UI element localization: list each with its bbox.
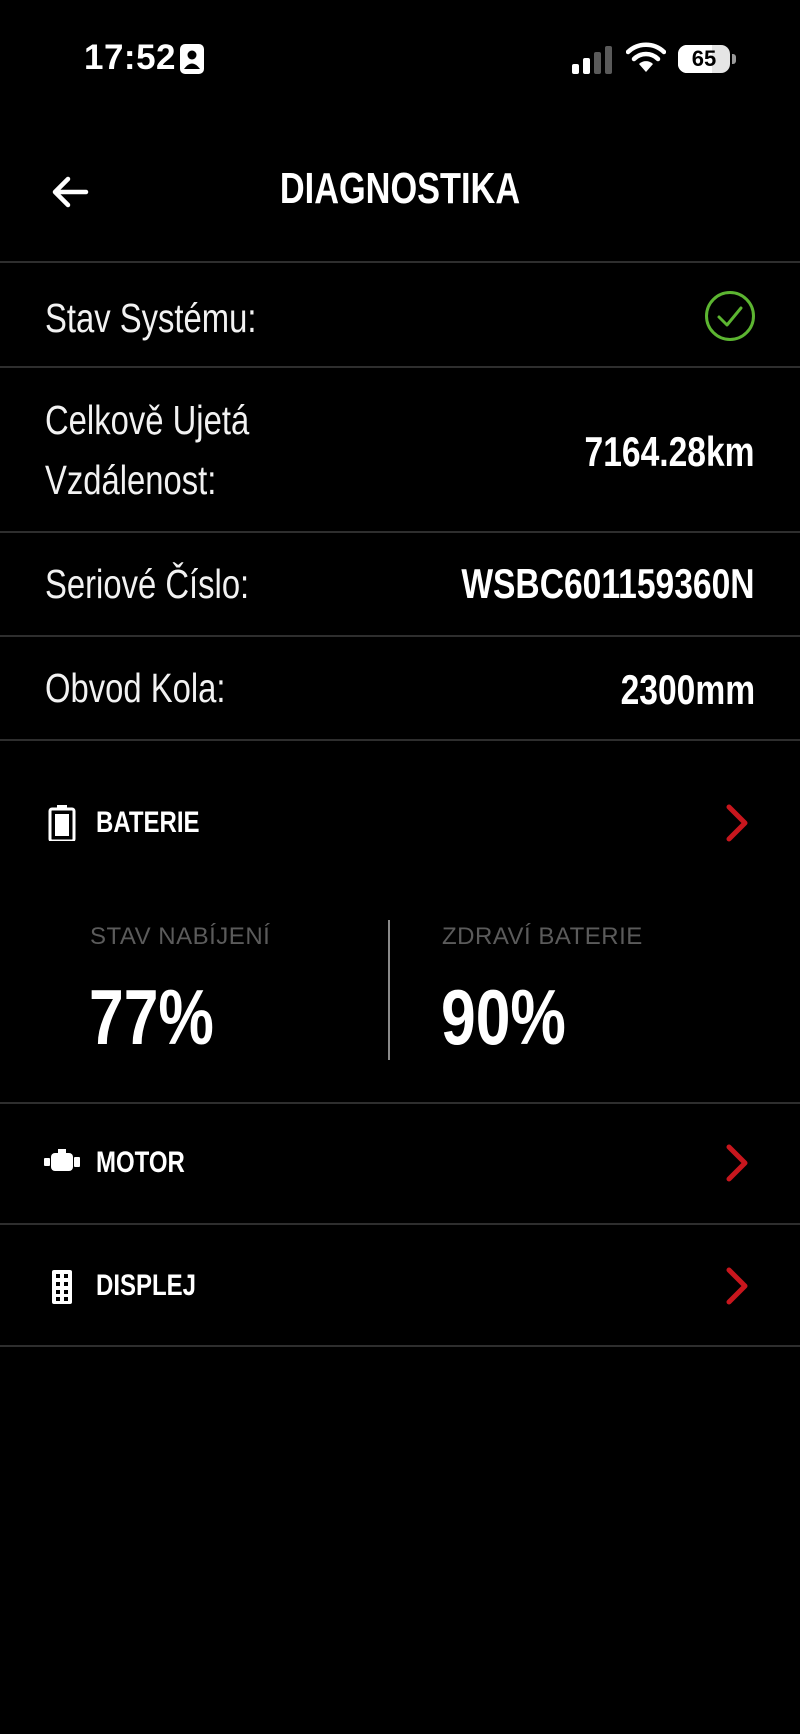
wheel-circumference-label: Obvod Kola: xyxy=(45,665,226,711)
battery-health-value: 90% xyxy=(441,973,566,1061)
status-time: 17:52 xyxy=(84,38,177,77)
serial-number-value: WSBC601159360N xyxy=(461,560,755,607)
battery-status-icon: 65 xyxy=(678,45,736,75)
serial-number-label: Seriové Číslo: xyxy=(45,561,250,607)
divider xyxy=(0,739,800,741)
wifi-icon xyxy=(626,42,666,72)
chevron-right-icon xyxy=(726,804,748,842)
display-section-row[interactable]: DISPLEJ xyxy=(0,1236,800,1336)
divider xyxy=(0,635,800,637)
check-circle-icon xyxy=(705,291,755,341)
divider xyxy=(0,1223,800,1225)
chevron-right-icon xyxy=(726,1267,748,1305)
divider xyxy=(0,1102,800,1104)
divider xyxy=(0,531,800,533)
charge-status-value: 77% xyxy=(89,973,214,1061)
divider xyxy=(0,1345,800,1347)
total-distance-value: 7164.28km xyxy=(584,428,755,475)
motor-section-label: MOTOR xyxy=(96,1146,185,1179)
page-title: DIAGNOSTIKA xyxy=(279,164,521,213)
battery-health-label: ZDRAVÍ BATERIE xyxy=(442,923,643,950)
charge-status-label: STAV NABÍJENÍ xyxy=(90,923,271,950)
total-distance-label: Vzdálenost: xyxy=(45,457,217,503)
cellular-signal-icon xyxy=(572,46,612,74)
display-icon xyxy=(52,1270,72,1304)
motor-section-row[interactable]: MOTOR xyxy=(0,1115,800,1215)
battery-section-row[interactable]: BATERIE xyxy=(0,773,800,873)
focus-mode-icon xyxy=(180,44,204,74)
total-distance-label: Celkově Ujetá xyxy=(45,397,250,443)
chevron-right-icon xyxy=(726,1144,748,1182)
display-section-label: DISPLEJ xyxy=(96,1269,197,1302)
divider xyxy=(0,261,800,263)
motor-icon xyxy=(44,1149,80,1171)
divider xyxy=(0,366,800,368)
battery-icon xyxy=(48,805,76,841)
status-bar: 17:52 65 xyxy=(0,0,800,120)
system-status-label: Stav Systému: xyxy=(45,295,257,341)
battery-section-label: BATERIE xyxy=(96,806,200,839)
wheel-circumference-value: 2300mm xyxy=(620,666,756,713)
stat-divider xyxy=(388,920,390,1060)
battery-percent: 65 xyxy=(691,46,717,71)
